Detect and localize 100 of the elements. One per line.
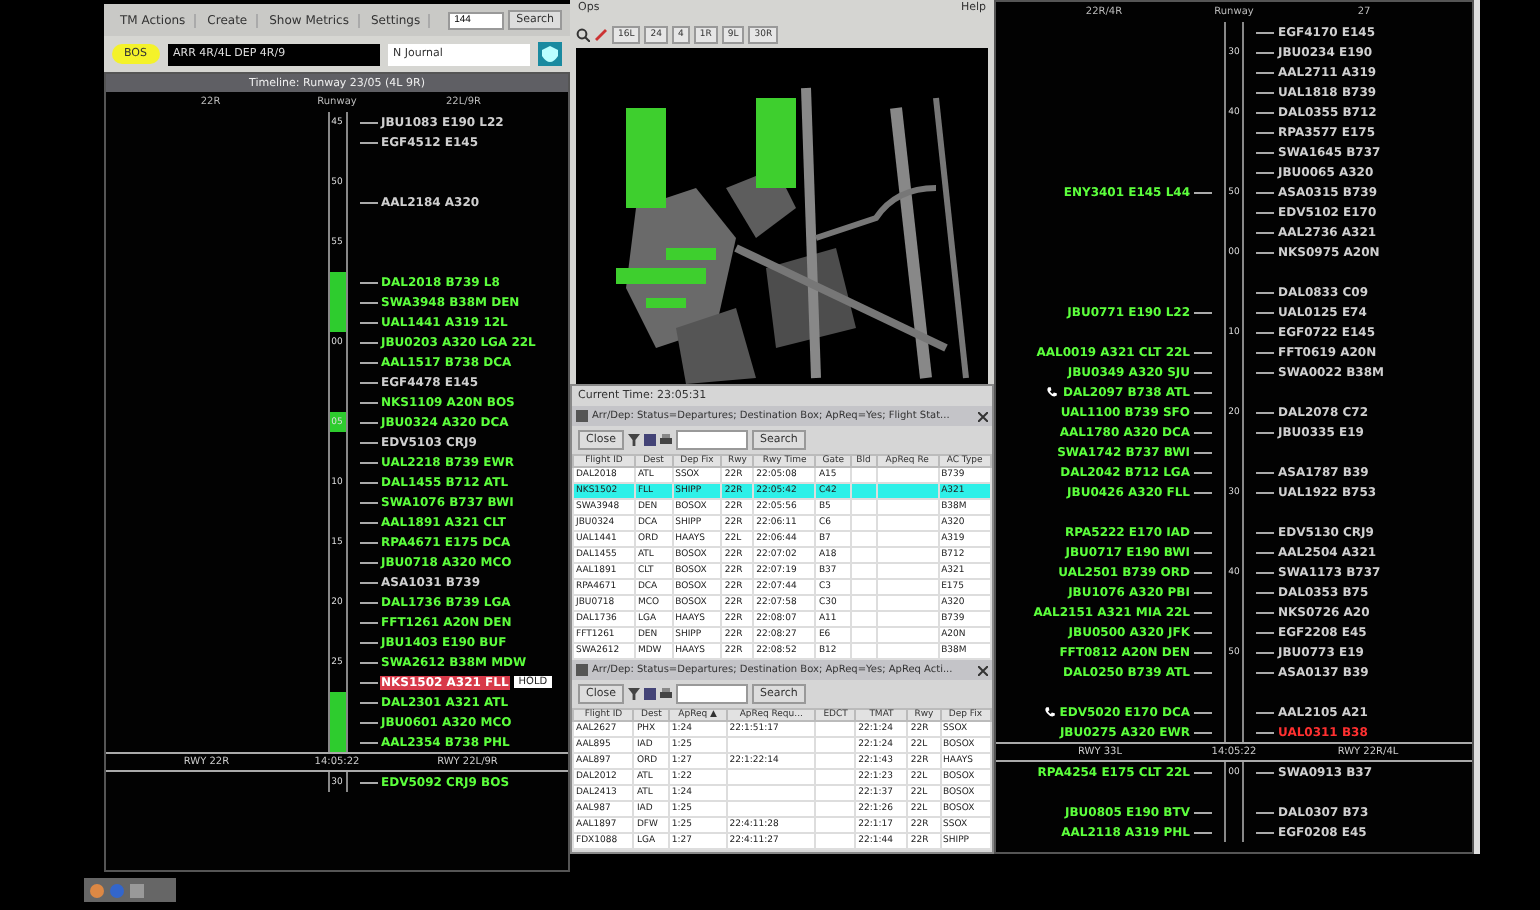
leader-line [359,521,377,523]
leader-line [1194,311,1212,313]
leader-line [1256,491,1274,493]
leader-line [1256,431,1274,433]
leader-line [1194,831,1212,833]
leader-line [359,601,377,603]
leader-line [1194,731,1212,733]
leader-line [359,581,377,583]
close-icon[interactable] [978,665,988,675]
leader-line [359,141,377,143]
leader-line [1256,551,1274,553]
leader-line [1256,651,1274,653]
leader-line [1256,631,1274,633]
leader-line [359,401,377,403]
leader-line [359,321,377,323]
leader-line [1194,431,1212,433]
leader-line [1256,591,1274,593]
leader-line [1194,371,1212,373]
leader-line [359,661,377,663]
leader-line [1256,311,1274,313]
phone-icon [1046,386,1059,398]
leader-line [1194,631,1212,633]
leader-line [1194,811,1212,813]
leader-line [359,781,377,783]
leader-line [1256,571,1274,573]
phone-icon [1043,706,1056,718]
grid-icon[interactable] [643,688,656,700]
leader-line [359,461,377,463]
printer-icon[interactable] [659,688,672,700]
leader-line [1256,771,1274,773]
close-icon[interactable] [978,411,988,421]
leader-line [1256,731,1274,733]
leader-line [1256,671,1274,673]
leader-line [1194,711,1212,713]
leader-line [359,361,377,363]
leader-line [1194,391,1212,393]
leader-line [1256,131,1274,133]
leader-line [1256,31,1274,33]
leader-line [1194,671,1212,673]
leader-line [1256,471,1274,473]
leader-line [359,621,377,623]
leader-line [1194,611,1212,613]
leader-line [359,341,377,343]
leader-line [1256,291,1274,293]
leader-line [1256,191,1274,193]
leader-line [1194,651,1212,653]
window-icon [576,664,588,676]
leader-line [1256,211,1274,213]
leader-line [359,721,377,723]
window-icon [576,410,588,422]
leader-line [1256,251,1274,253]
leader-line [1256,411,1274,413]
leader-line [359,301,377,303]
leader-line [1194,351,1212,353]
leader-line [1256,51,1274,53]
leader-line [359,681,377,683]
leader-line [1194,411,1212,413]
leader-line [1194,451,1212,453]
leader-line [1256,231,1274,233]
leader-line [1256,331,1274,333]
leader-line [1256,831,1274,833]
search-field[interactable] [675,684,748,704]
leader-line [1194,771,1212,773]
leader-line [1256,611,1274,613]
leader-line [359,561,377,563]
leader-line [1256,351,1274,353]
grid-icon[interactable] [643,434,656,446]
leader-line [359,501,377,503]
leader-line [359,441,377,443]
leader-line [359,121,377,123]
leader-line [1256,111,1274,113]
leader-line [1194,571,1212,573]
leader-line [359,281,377,283]
zoom-icon[interactable] [576,28,590,42]
leader-line [1256,71,1274,73]
pencil-icon[interactable] [594,28,608,42]
search-field[interactable] [675,430,748,450]
leader-line [1194,551,1212,553]
leader-line [1256,371,1274,373]
shield-icon[interactable] [538,42,562,66]
leader-line [1194,591,1212,593]
leader-line [359,201,377,203]
leader-line [1256,171,1274,173]
leader-line [359,421,377,423]
leader-line [1194,491,1212,493]
leader-line [1256,711,1274,713]
leader-line [359,701,377,703]
filter-icon[interactable] [627,688,640,700]
leader-line [359,481,377,483]
printer-icon[interactable] [659,434,672,446]
leader-line [359,741,377,743]
leader-line [1194,531,1212,533]
leader-line [1256,151,1274,153]
leader-line [359,641,377,643]
leader-line [1194,471,1212,473]
leader-line [359,541,377,543]
leader-line [359,381,377,383]
leader-line [1256,531,1274,533]
filter-icon[interactable] [627,434,640,446]
leader-line [1256,811,1274,813]
